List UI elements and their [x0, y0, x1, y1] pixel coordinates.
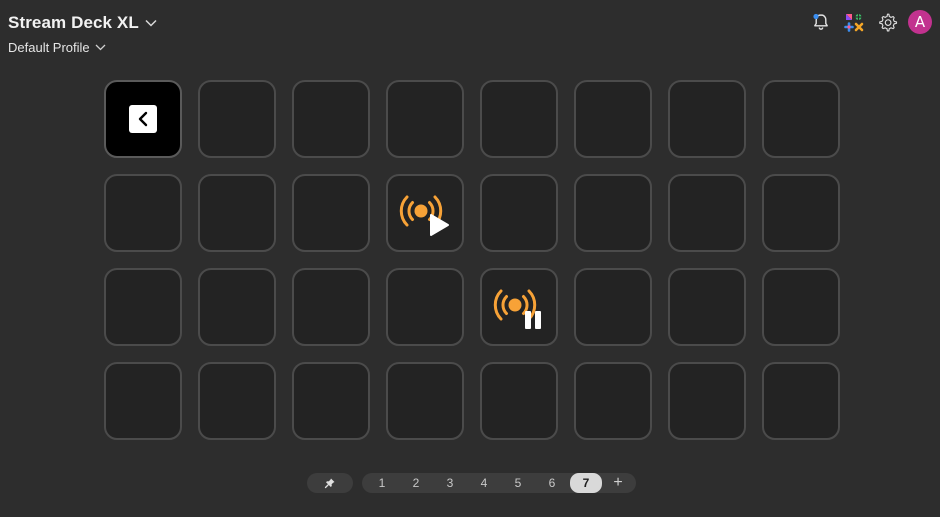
stream-deck-app: Stream Deck XL Default Profile A 1 2 3 4… [0, 0, 940, 517]
key-empty[interactable] [104, 268, 182, 346]
notification-bell-icon[interactable] [809, 10, 833, 34]
key-empty[interactable] [292, 362, 370, 440]
key-empty[interactable] [292, 80, 370, 158]
key-back[interactable] [104, 80, 182, 158]
key-empty[interactable] [762, 362, 840, 440]
key-broadcast-play[interactable] [386, 174, 464, 252]
key-empty[interactable] [668, 362, 746, 440]
key-empty[interactable] [104, 362, 182, 440]
key-empty[interactable] [292, 268, 370, 346]
profile-selector[interactable]: Default Profile [8, 40, 106, 55]
page-navigator: 1 2 3 4 5 6 7 + [307, 473, 636, 493]
key-empty[interactable] [480, 174, 558, 252]
profile-name: Default Profile [8, 40, 90, 55]
chevron-down-icon [95, 44, 106, 51]
key-empty[interactable] [198, 362, 276, 440]
page-button-2[interactable]: 2 [399, 473, 433, 493]
top-toolbar: A [809, 10, 932, 34]
marketplace-icon[interactable] [842, 10, 866, 34]
key-empty[interactable] [762, 268, 840, 346]
key-empty[interactable] [480, 80, 558, 158]
key-empty[interactable] [668, 174, 746, 252]
key-empty[interactable] [198, 174, 276, 252]
page-button-7-active[interactable]: 7 [570, 473, 602, 493]
key-empty[interactable] [198, 268, 276, 346]
page-list: 1 2 3 4 5 6 7 + [362, 473, 636, 493]
key-empty[interactable] [480, 362, 558, 440]
key-broadcast-pause[interactable] [480, 268, 558, 346]
page-button-4[interactable]: 4 [467, 473, 501, 493]
broadcast-pause-icon [493, 289, 541, 329]
chevron-down-icon [145, 19, 157, 27]
page-button-5[interactable]: 5 [501, 473, 535, 493]
page-button-6[interactable]: 6 [535, 473, 569, 493]
key-empty[interactable] [762, 174, 840, 252]
key-empty[interactable] [386, 362, 464, 440]
key-empty[interactable] [574, 362, 652, 440]
key-empty[interactable] [762, 80, 840, 158]
key-empty[interactable] [574, 174, 652, 252]
pin-page-button[interactable] [307, 473, 353, 493]
key-empty[interactable] [574, 80, 652, 158]
key-empty[interactable] [198, 80, 276, 158]
broadcast-play-icon [399, 195, 449, 236]
key-empty[interactable] [668, 268, 746, 346]
settings-gear-icon[interactable] [875, 10, 899, 34]
key-empty[interactable] [386, 268, 464, 346]
key-empty[interactable] [386, 80, 464, 158]
device-selector[interactable]: Stream Deck XL [8, 13, 157, 33]
pin-icon [324, 478, 335, 489]
device-title: Stream Deck XL [8, 13, 139, 32]
key-empty[interactable] [292, 174, 370, 252]
key-empty[interactable] [574, 268, 652, 346]
back-chevron-icon [129, 105, 157, 133]
avatar[interactable]: A [908, 10, 932, 34]
page-button-1[interactable]: 1 [365, 473, 399, 493]
add-page-button[interactable]: + [603, 473, 633, 493]
page-button-3[interactable]: 3 [433, 473, 467, 493]
key-empty[interactable] [668, 80, 746, 158]
key-empty[interactable] [104, 174, 182, 252]
key-grid [104, 80, 840, 440]
